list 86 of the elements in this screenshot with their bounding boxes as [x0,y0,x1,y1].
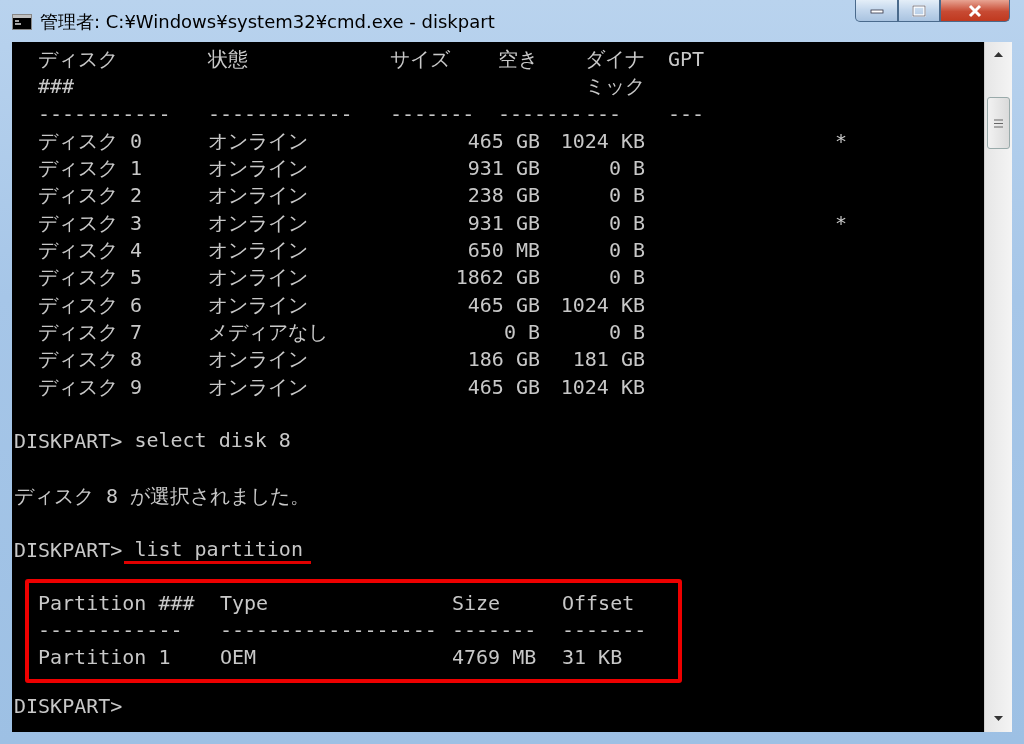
table-cell-text: 31 KB [562,644,624,672]
separator-dashes: ------------ [208,100,354,128]
disk-name: ディスク 1 [38,155,144,183]
disk-free: 181 GB [571,346,645,374]
disk-status: オンライン [208,127,309,155]
prompt-text: DISKPART> [14,537,123,565]
console-icon [12,14,32,30]
separator-dashes: ------- [562,616,648,644]
disk-free: 0 B [607,237,645,265]
minimize-button[interactable] [855,0,898,22]
column-header: ミック [585,73,646,101]
disk-size: 238 GB [466,182,540,210]
separator-dashes: ------- [498,100,584,128]
disk-free: 1024 KB [559,127,645,155]
disk-free: 1024 KB [559,291,645,319]
table-cell-text: OEM [220,644,258,672]
table-cell-text: Partition 1 [38,644,172,672]
separator-dashes: ------- [452,616,538,644]
disk-name: ディスク 3 [38,209,144,237]
column-header: サイズ [390,46,451,73]
disk-status: メディアなし [208,318,329,346]
separator-dashes: ------- [390,100,476,128]
disk-size: 465 GB [466,373,540,401]
command-text: select disk 8 [133,428,292,455]
disk-free: 0 B [607,155,645,183]
disk-status: オンライン [208,155,309,183]
up-arrow-icon [994,52,1003,58]
grip-icon [994,118,1003,128]
column-header: Partition ### [38,589,196,617]
column-header: GPT [668,46,706,73]
window-title: 管理者: C:¥Windows¥system32¥cmd.exe - diskpart [40,10,495,34]
disk-name: ディスク 8 [38,346,144,374]
disk-size: 931 GB [466,155,540,183]
separator-dashes: ------------------ [220,616,438,644]
disk-status: オンライン [208,209,309,237]
gpt-marker: * [834,128,847,153]
disk-name: ディスク 7 [38,318,144,346]
column-header: 状態 [208,46,249,73]
disk-name: ディスク 0 [38,127,144,155]
prompt-text: DISKPART> [14,692,123,720]
disk-size: 465 GB [466,127,540,155]
disk-size: 1862 GB [454,264,540,292]
table-cell-text: 4769 MB [452,644,538,672]
minimize-icon [869,7,884,14]
output-text: ディスク 8 が選択されました。 [14,482,311,510]
disk-free: 0 B [607,318,645,346]
disk-size: 650 MB [466,237,540,265]
scroll-thumb[interactable] [987,97,1010,149]
separator-dashes: ------------ [38,616,184,644]
down-arrow-icon [994,716,1003,722]
column-header: 空き [498,46,539,73]
disk-status: オンライン [208,182,309,210]
prompt-text: DISKPART> [14,428,123,456]
disk-size: 465 GB [466,291,540,319]
disk-name: ディスク 4 [38,237,144,265]
close-button[interactable] [940,0,1010,22]
disk-free: 1024 KB [559,373,645,401]
separator-dashes: ----------- [38,100,172,128]
disk-name: ディスク 6 [38,291,144,319]
column-header: ダイナ [585,46,646,73]
maximize-button[interactable] [898,0,940,22]
disk-name: ディスク 5 [38,264,144,292]
close-icon [967,3,983,18]
disk-size: 931 GB [466,209,540,237]
disk-name: ディスク 9 [38,373,144,401]
separator-dashes: --- [668,100,706,128]
disk-status: オンライン [208,237,309,265]
disk-size: 186 GB [466,346,540,374]
disk-status: オンライン [208,373,309,401]
disk-free: 0 B [607,182,645,210]
disk-size: 0 B [502,318,540,346]
disk-status: オンライン [208,264,309,292]
column-header: Offset [562,589,636,617]
column-header: ### [38,73,76,101]
column-header: Type [220,589,270,617]
maximize-icon [912,4,926,17]
disk-free: 0 B [607,209,645,237]
disk-status: オンライン [208,346,309,374]
separator-dashes: --- [585,100,623,128]
column-header: Size [452,589,502,617]
command-text: list partition [124,537,311,565]
gpt-marker: * [834,210,847,235]
disk-free: 0 B [607,264,645,292]
column-header: ディスク [38,46,119,73]
disk-name: ディスク 2 [38,182,144,210]
disk-status: オンライン [208,291,309,319]
